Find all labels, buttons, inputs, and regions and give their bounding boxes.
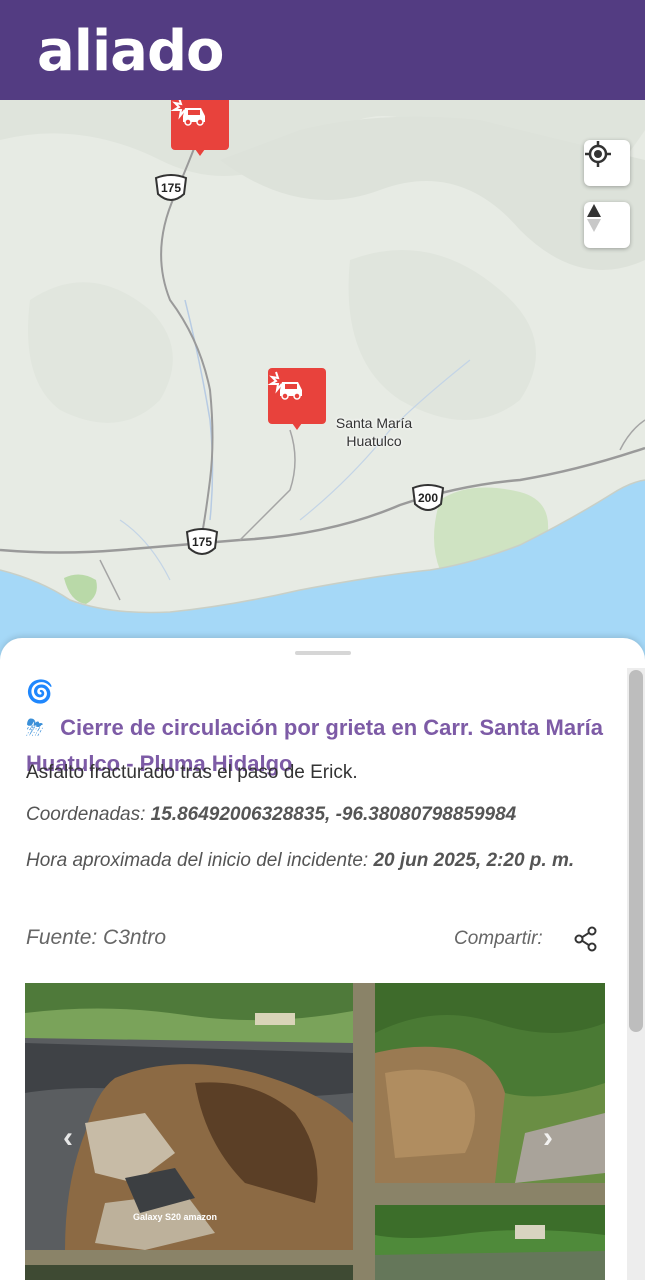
incident-marker[interactable] — [171, 100, 229, 156]
photo-cracked-road — [25, 983, 353, 1250]
route-shield: 200 — [410, 482, 446, 516]
coords-value: 15.86492006328835, -96.38080798859984 — [150, 804, 517, 825]
incident-photo[interactable] — [375, 1205, 605, 1280]
car-crash-icon — [268, 371, 302, 400]
time-value: 20 jun 2025, 2:20 p. m. — [373, 850, 575, 871]
incident-photo[interactable] — [25, 1265, 353, 1280]
app-header: aliado — [0, 0, 645, 100]
photo-strip — [25, 1265, 353, 1280]
compass-button[interactable] — [584, 202, 630, 248]
app-logo[interactable]: aliado — [37, 16, 225, 88]
share-button[interactable] — [573, 926, 599, 952]
time-label: Hora aproximada del inicio del incidente… — [26, 850, 369, 871]
incident-time: Hora aproximada del inicio del incidente… — [26, 845, 610, 877]
route-shield: 175 — [153, 172, 189, 206]
compass-icon — [587, 204, 601, 232]
photo-collapsed-slope — [375, 983, 605, 1183]
locate-icon — [585, 141, 611, 167]
incident-sheet[interactable]: 🌀⛈ Cierre de circulación por grieta en C… — [0, 638, 645, 1280]
place-label: Santa María Huatulco — [335, 415, 413, 449]
coords-label: Coordenadas: — [26, 804, 146, 825]
photo-gallery[interactable]: Galaxy S20 amazon ‹ › — [25, 983, 605, 1280]
gallery-next-icon[interactable]: › — [543, 1121, 553, 1155]
route-shield: 175 — [184, 526, 220, 560]
gallery-prev-icon[interactable]: ‹ — [63, 1121, 73, 1155]
share-icon — [574, 926, 597, 952]
drag-handle[interactable] — [295, 651, 351, 655]
share-label: Compartir: — [454, 928, 543, 949]
cyclone-storm-icon: 🌀⛈ — [26, 679, 54, 740]
incident-photo[interactable] — [375, 983, 605, 1183]
photo-roadside — [375, 1205, 605, 1280]
incident-photo[interactable]: Galaxy S20 amazon — [25, 983, 353, 1250]
scrollbar-thumb[interactable] — [629, 670, 643, 1032]
incident-description: Asfalto fracturado tras el paso de Erick… — [26, 762, 358, 783]
map-view[interactable]: Santa María Huatulco 175 175 200 — [0, 100, 645, 660]
car-crash-icon — [171, 100, 205, 126]
incident-source: Fuente: C3ntro — [26, 926, 167, 949]
photo-caption: Galaxy S20 amazon — [133, 1212, 218, 1222]
locate-button[interactable] — [584, 140, 630, 186]
incident-coordinates: Coordenadas: 15.86492006328835, -96.3808… — [26, 802, 616, 828]
